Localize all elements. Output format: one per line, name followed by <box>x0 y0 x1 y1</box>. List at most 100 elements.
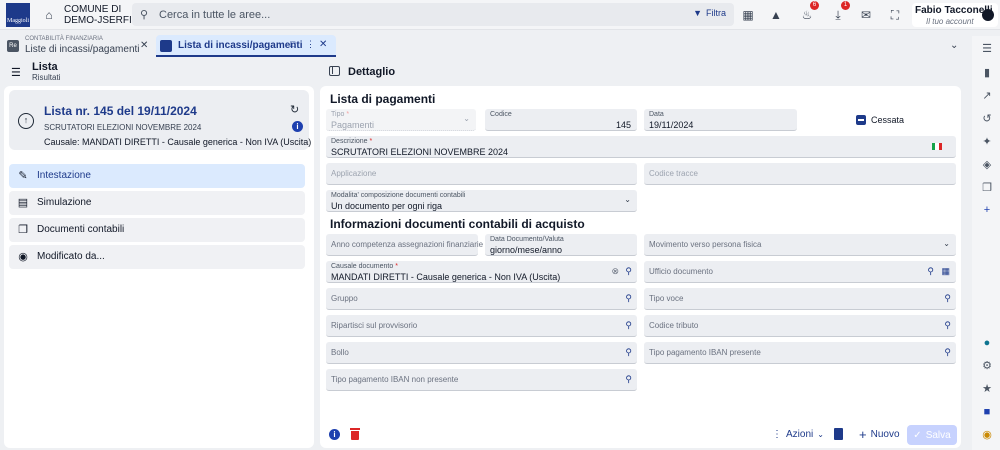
codice-field[interactable]: Codice 145 <box>485 109 637 131</box>
field-value: Un documento per ogni riga <box>331 201 443 211</box>
delete-icon[interactable] <box>350 428 360 440</box>
codice-tributo-field[interactable]: Codice tributo ⚲ <box>644 315 956 337</box>
more-icon: ⋮ <box>772 428 782 440</box>
warning-icon[interactable]: ▲ <box>766 5 786 25</box>
field-label: Data <box>649 111 664 118</box>
search-icon[interactable]: ⚲ <box>625 293 632 304</box>
tab-lista-incassi-active[interactable]: Lista di incassi/pagamenti □ ⋮ ✕ <box>156 35 336 57</box>
section-title-payments: Lista di pagamenti <box>330 92 436 106</box>
info-icon[interactable]: i <box>329 429 340 440</box>
search-icon[interactable]: ⚲ <box>944 293 951 304</box>
tab-liste-incassi[interactable]: Re CONTABILITÀ FINANZIARIA Liste di inca… <box>3 35 155 57</box>
descrizione-field[interactable]: Descrizione * SCRUTATORI ELEZIONI NOVEMB… <box>326 136 956 158</box>
search-input[interactable] <box>159 5 619 24</box>
bell-icon[interactable]: ♨ 6 <box>797 1 819 25</box>
nav-documenti-contabili[interactable]: ❐ Documenti contabili <box>9 218 305 242</box>
tab-icon <box>160 40 172 52</box>
left-panel: ↑ Lista nr. 145 del 19/11/2024 SCRUTATOR… <box>4 86 314 448</box>
search-icon[interactable]: ⚲ <box>625 266 632 277</box>
field-value: Pagamenti <box>331 120 375 130</box>
info-icon[interactable]: i <box>292 121 303 132</box>
field-label: Applicazione <box>331 169 377 178</box>
salva-button[interactable]: ✓ Salva <box>907 425 957 445</box>
organization-name[interactable]: COMUNE DI DEMO-JSERFIN <box>64 4 139 26</box>
applicazione-field[interactable]: Applicazione <box>326 163 637 185</box>
search-icon[interactable]: ⚲ <box>625 320 632 331</box>
ufficio-documento-field[interactable]: Ufficio documento ⚲ ▦ <box>644 261 956 283</box>
hierarchy-icon[interactable]: ▦ <box>941 266 950 277</box>
location-icon[interactable]: ● <box>980 336 994 350</box>
menu-icon[interactable]: ☰ <box>11 66 21 79</box>
document-icon[interactable] <box>834 428 843 440</box>
filter-icon: ▼ <box>693 8 702 18</box>
ripartisci-field[interactable]: Ripartisci sul provvisorio ⚲ <box>326 315 637 337</box>
nav-label: Intestazione <box>37 170 91 181</box>
user-role: Il tuo account <box>926 17 974 26</box>
sidebar-toggle-icon[interactable] <box>329 66 340 76</box>
list-icon[interactable]: ☰ <box>980 42 994 56</box>
causale-documento-field[interactable]: Causale documento * MANDATI DIRETTI - Ca… <box>326 261 637 283</box>
dashboard-icon[interactable]: ▦ <box>738 5 758 25</box>
detail-title: Dettaglio <box>348 66 396 78</box>
add-icon[interactable]: + <box>980 203 994 217</box>
bookmark-icon[interactable]: □ <box>290 39 295 49</box>
azioni-button[interactable]: ⋮ Azioni ⌄ <box>772 424 824 444</box>
more-icon[interactable]: ⋮ <box>306 39 315 50</box>
search-icon[interactable]: ⚲ <box>944 347 951 358</box>
cessata-checkbox[interactable]: Cessata <box>856 115 904 125</box>
nuovo-button[interactable]: + Nuovo <box>859 424 900 444</box>
close-tab-icon[interactable]: ✕ <box>319 39 327 50</box>
trend-icon[interactable]: ↗ <box>980 89 994 103</box>
search-icon[interactable]: ⚲ <box>625 374 632 385</box>
search-icon[interactable]: ⚲ <box>927 266 934 277</box>
copy-icon[interactable]: ❐ <box>980 181 994 195</box>
tipo-iban-non-presente-field[interactable]: Tipo pagamento IBAN non presente ⚲ <box>326 369 637 391</box>
data-documento-field[interactable]: Data Documento/Valuta giorno/mese/anno <box>485 234 637 256</box>
codice-tracce-field[interactable]: Codice tracce <box>644 163 956 185</box>
gruppo-field[interactable]: Gruppo ⚲ <box>326 288 637 310</box>
settings-icon[interactable]: ⚙ <box>980 359 994 373</box>
field-value: 145 <box>615 120 631 130</box>
history-icon[interactable]: ↺ <box>980 112 994 126</box>
maggioli-logo[interactable]: Maggioli <box>6 3 30 27</box>
nav-simulazione[interactable]: ▤ Simulazione <box>9 191 305 215</box>
chevron-down-icon: ⌄ <box>463 114 470 123</box>
search-icon[interactable]: ⚲ <box>944 320 951 331</box>
pin-icon[interactable]: ✦ <box>980 135 994 149</box>
module-icon: Re <box>7 40 19 52</box>
user-account-button[interactable]: Fabio Tacconelli Il tuo account <box>912 3 998 27</box>
record-causale: Causale: MANDATI DIRETTI - Causale gener… <box>44 137 312 147</box>
top-bar: Maggioli ⌂ COMUNE DI DEMO-JSERFIN ⚲ ▼ Fi… <box>0 0 1000 30</box>
accessibility-icon[interactable]: ★ <box>980 382 994 396</box>
tipo-voce-field[interactable]: Tipo voce ⚲ <box>644 288 956 310</box>
modalita-select[interactable]: Modalita' composizione documenti contabi… <box>326 190 637 212</box>
nav-intestazione[interactable]: ✎ Intestazione <box>9 164 305 188</box>
tipo-iban-presente-field[interactable]: Tipo pagamento IBAN presente ⚲ <box>644 342 956 364</box>
refresh-icon[interactable]: ↻ <box>290 103 299 116</box>
clear-icon[interactable]: ⊗ <box>611 266 619 277</box>
close-tab-icon[interactable]: ✕ <box>140 40 148 51</box>
field-label: Codice tracce <box>649 169 698 178</box>
chat-icon[interactable]: ■ <box>980 405 994 419</box>
search-icon[interactable]: ⚲ <box>625 347 632 358</box>
anno-competenza-field[interactable]: Anno competenza assegnazioni finanziarie <box>326 234 483 256</box>
support-icon[interactable]: ◉ <box>980 428 994 442</box>
mail-icon[interactable]: ✉ <box>856 5 876 25</box>
data-field[interactable]: Data 19/11/2024 <box>644 109 797 131</box>
nav-label: Simulazione <box>37 197 92 208</box>
download-icon[interactable]: ⤓ 1 <box>828 1 850 25</box>
cubes-icon[interactable]: ◈ <box>980 158 994 172</box>
filter-button[interactable]: ▼ Filtra <box>693 8 726 18</box>
fullscreen-icon[interactable]: ⛶ <box>885 5 905 25</box>
chevron-down-icon[interactable]: ⌄ <box>950 40 958 51</box>
avatar-icon <box>982 9 994 21</box>
bollo-field[interactable]: Bollo ⚲ <box>326 342 637 364</box>
simulation-icon: ▤ <box>17 197 29 209</box>
arrow-up-circle-icon[interactable]: ↑ <box>18 113 34 129</box>
bookmarks-icon[interactable]: ▮ <box>980 66 994 80</box>
movimento-select[interactable]: Movimento verso persona fisica ⌄ <box>644 234 956 256</box>
field-label: Tipo pagamento IBAN presente <box>649 348 761 357</box>
home-icon[interactable]: ⌂ <box>42 8 56 22</box>
italian-flag-icon[interactable] <box>932 143 942 150</box>
nav-modificato-da[interactable]: ◉ Modificato da... <box>9 245 305 269</box>
